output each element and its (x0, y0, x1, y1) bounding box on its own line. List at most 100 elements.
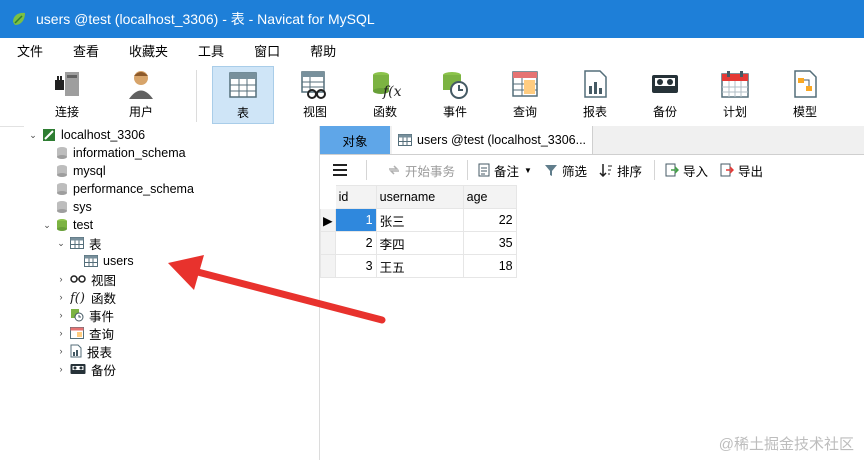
grid-header-row: id username age (320, 185, 517, 209)
query-label: 查询 (512, 105, 537, 119)
svg-text:f(): f() (70, 291, 85, 304)
note-icon (478, 163, 490, 177)
function-icon: f() (70, 290, 86, 304)
model-icon (794, 70, 817, 98)
database-icon (56, 182, 68, 196)
tree-db-performance-schema[interactable]: performance_schema (56, 180, 194, 198)
expand-arrow-icon[interactable]: › (56, 364, 66, 374)
user-icon (129, 71, 153, 99)
expand-arrow-icon[interactable]: › (56, 310, 66, 320)
tab-table-editor[interactable]: users @test (localhost_3306... (392, 126, 593, 154)
menu-favorites[interactable]: 收藏夹 (112, 41, 181, 60)
group-name: 报表 (87, 345, 113, 360)
backup-label: 备份 (652, 105, 677, 119)
toolbar-separator (467, 160, 469, 180)
column-header-username[interactable]: username (375, 185, 464, 209)
toolbar-separator (653, 160, 655, 180)
db-name: mysql (73, 164, 106, 178)
filter-button[interactable]: 筛选 (544, 161, 587, 180)
database-icon (56, 200, 68, 214)
glasses-icon (70, 274, 86, 284)
report-label: 报表 (582, 105, 607, 119)
table-icon (70, 237, 84, 249)
tree-group-backups[interactable]: › 备份 (56, 360, 117, 378)
schedule-button[interactable]: 计划 (704, 66, 766, 124)
table-label: 表 (236, 106, 249, 120)
begin-transaction-button[interactable]: 开始事务 (387, 161, 455, 180)
user-label: 用户 (128, 105, 153, 119)
menu-help[interactable]: 帮助 (293, 41, 349, 60)
view-button[interactable]: 视图 (284, 66, 346, 124)
tree-db-test[interactable]: ⌄ test (42, 216, 93, 234)
cell-age[interactable]: 18 (462, 254, 517, 278)
collapse-arrow-icon[interactable]: ⌄ (42, 220, 52, 231)
navicat-logo-icon (13, 12, 25, 25)
menu-tools[interactable]: 工具 (181, 41, 237, 60)
sort-button[interactable]: 排序 (599, 161, 642, 180)
tree-db-information-schema[interactable]: information_schema (56, 144, 186, 162)
connect-label: 连接 (54, 105, 79, 119)
group-name: 查询 (89, 327, 115, 342)
note-dropdown-icon[interactable]: ▼ (524, 166, 532, 175)
function-button[interactable]: f(x) 函数 (354, 66, 416, 124)
collapse-arrow-icon[interactable]: ⌄ (28, 130, 38, 141)
expand-arrow-icon[interactable]: › (56, 274, 66, 284)
sort-icon (599, 164, 612, 177)
tree-group-functions[interactable]: › f() 函数 (56, 288, 117, 306)
current-row-marker-icon: ▶ (320, 208, 336, 232)
toolbar-separator (196, 70, 197, 122)
cell-age[interactable]: 35 (462, 231, 517, 255)
menu-bar: 文件 查看 收藏夹 工具 窗口 帮助 (0, 38, 864, 62)
query-icon (512, 71, 538, 97)
tab-objects[interactable]: 对象 (320, 126, 390, 154)
table-button[interactable]: 表 (212, 66, 274, 124)
tree-connection[interactable]: ⌄ localhost_3306 (28, 126, 145, 144)
tree-table-users[interactable]: users (84, 252, 134, 270)
expand-arrow-icon[interactable]: › (56, 292, 66, 302)
query-icon (70, 327, 84, 339)
menu-file[interactable]: 文件 (0, 41, 56, 60)
menu-view[interactable]: 查看 (56, 41, 112, 60)
tree-group-tables[interactable]: ⌄ 表 (56, 234, 102, 252)
tree-group-events[interactable]: › 事件 (56, 306, 114, 324)
collapse-arrow-icon[interactable]: ⌄ (56, 238, 66, 249)
menu-window[interactable]: 窗口 (237, 41, 293, 60)
table-name: users (103, 254, 134, 268)
expand-arrow-icon[interactable]: › (56, 328, 66, 338)
cell-age[interactable]: 22 (462, 208, 517, 232)
tree-group-queries[interactable]: › 查询 (56, 324, 114, 342)
report-icon (70, 344, 82, 358)
event-button[interactable]: 事件 (424, 66, 486, 124)
function-icon: f(x) (373, 72, 401, 100)
group-name: 备份 (91, 363, 117, 378)
connect-button[interactable]: 连接 (36, 66, 98, 124)
export-button[interactable]: 导出 (720, 161, 763, 180)
expand-arrow-icon[interactable]: › (56, 346, 66, 356)
model-button[interactable]: 模型 (774, 66, 836, 124)
db-name: sys (73, 200, 92, 214)
event-label: 事件 (442, 105, 467, 119)
report-button[interactable]: 报表 (564, 66, 626, 124)
window-title: users @test (localhost_3306) - 表 - Navic… (36, 11, 375, 27)
function-label: 函数 (372, 105, 397, 119)
group-name: 函数 (91, 291, 117, 306)
model-label: 模型 (792, 105, 817, 119)
column-header-id[interactable]: id (334, 185, 377, 209)
tree-group-reports[interactable]: › 报表 (56, 342, 112, 360)
column-header-age[interactable]: age (462, 185, 517, 209)
hamburger-menu-icon[interactable] (332, 163, 352, 177)
data-toolbar: 开始事务 备注 ▼ 筛选 排序 导入 导出 (320, 155, 864, 185)
event-icon (443, 72, 468, 99)
note-button[interactable]: 备注 ▼ (478, 161, 532, 180)
tree-db-sys[interactable]: sys (56, 198, 92, 216)
tree-db-mysql[interactable]: mysql (56, 162, 106, 180)
table-row[interactable]: ▶ 1 张三 22 (320, 208, 517, 232)
backup-button[interactable]: 备份 (634, 66, 696, 124)
tree-group-views[interactable]: › 视图 (56, 270, 117, 288)
cell-id[interactable]: 1 (334, 208, 377, 232)
user-button[interactable]: 用户 (110, 66, 172, 124)
table-icon (398, 134, 412, 146)
import-button[interactable]: 导入 (665, 161, 708, 180)
cell-username[interactable]: 张三 (375, 208, 464, 232)
query-button[interactable]: 查询 (494, 66, 556, 124)
